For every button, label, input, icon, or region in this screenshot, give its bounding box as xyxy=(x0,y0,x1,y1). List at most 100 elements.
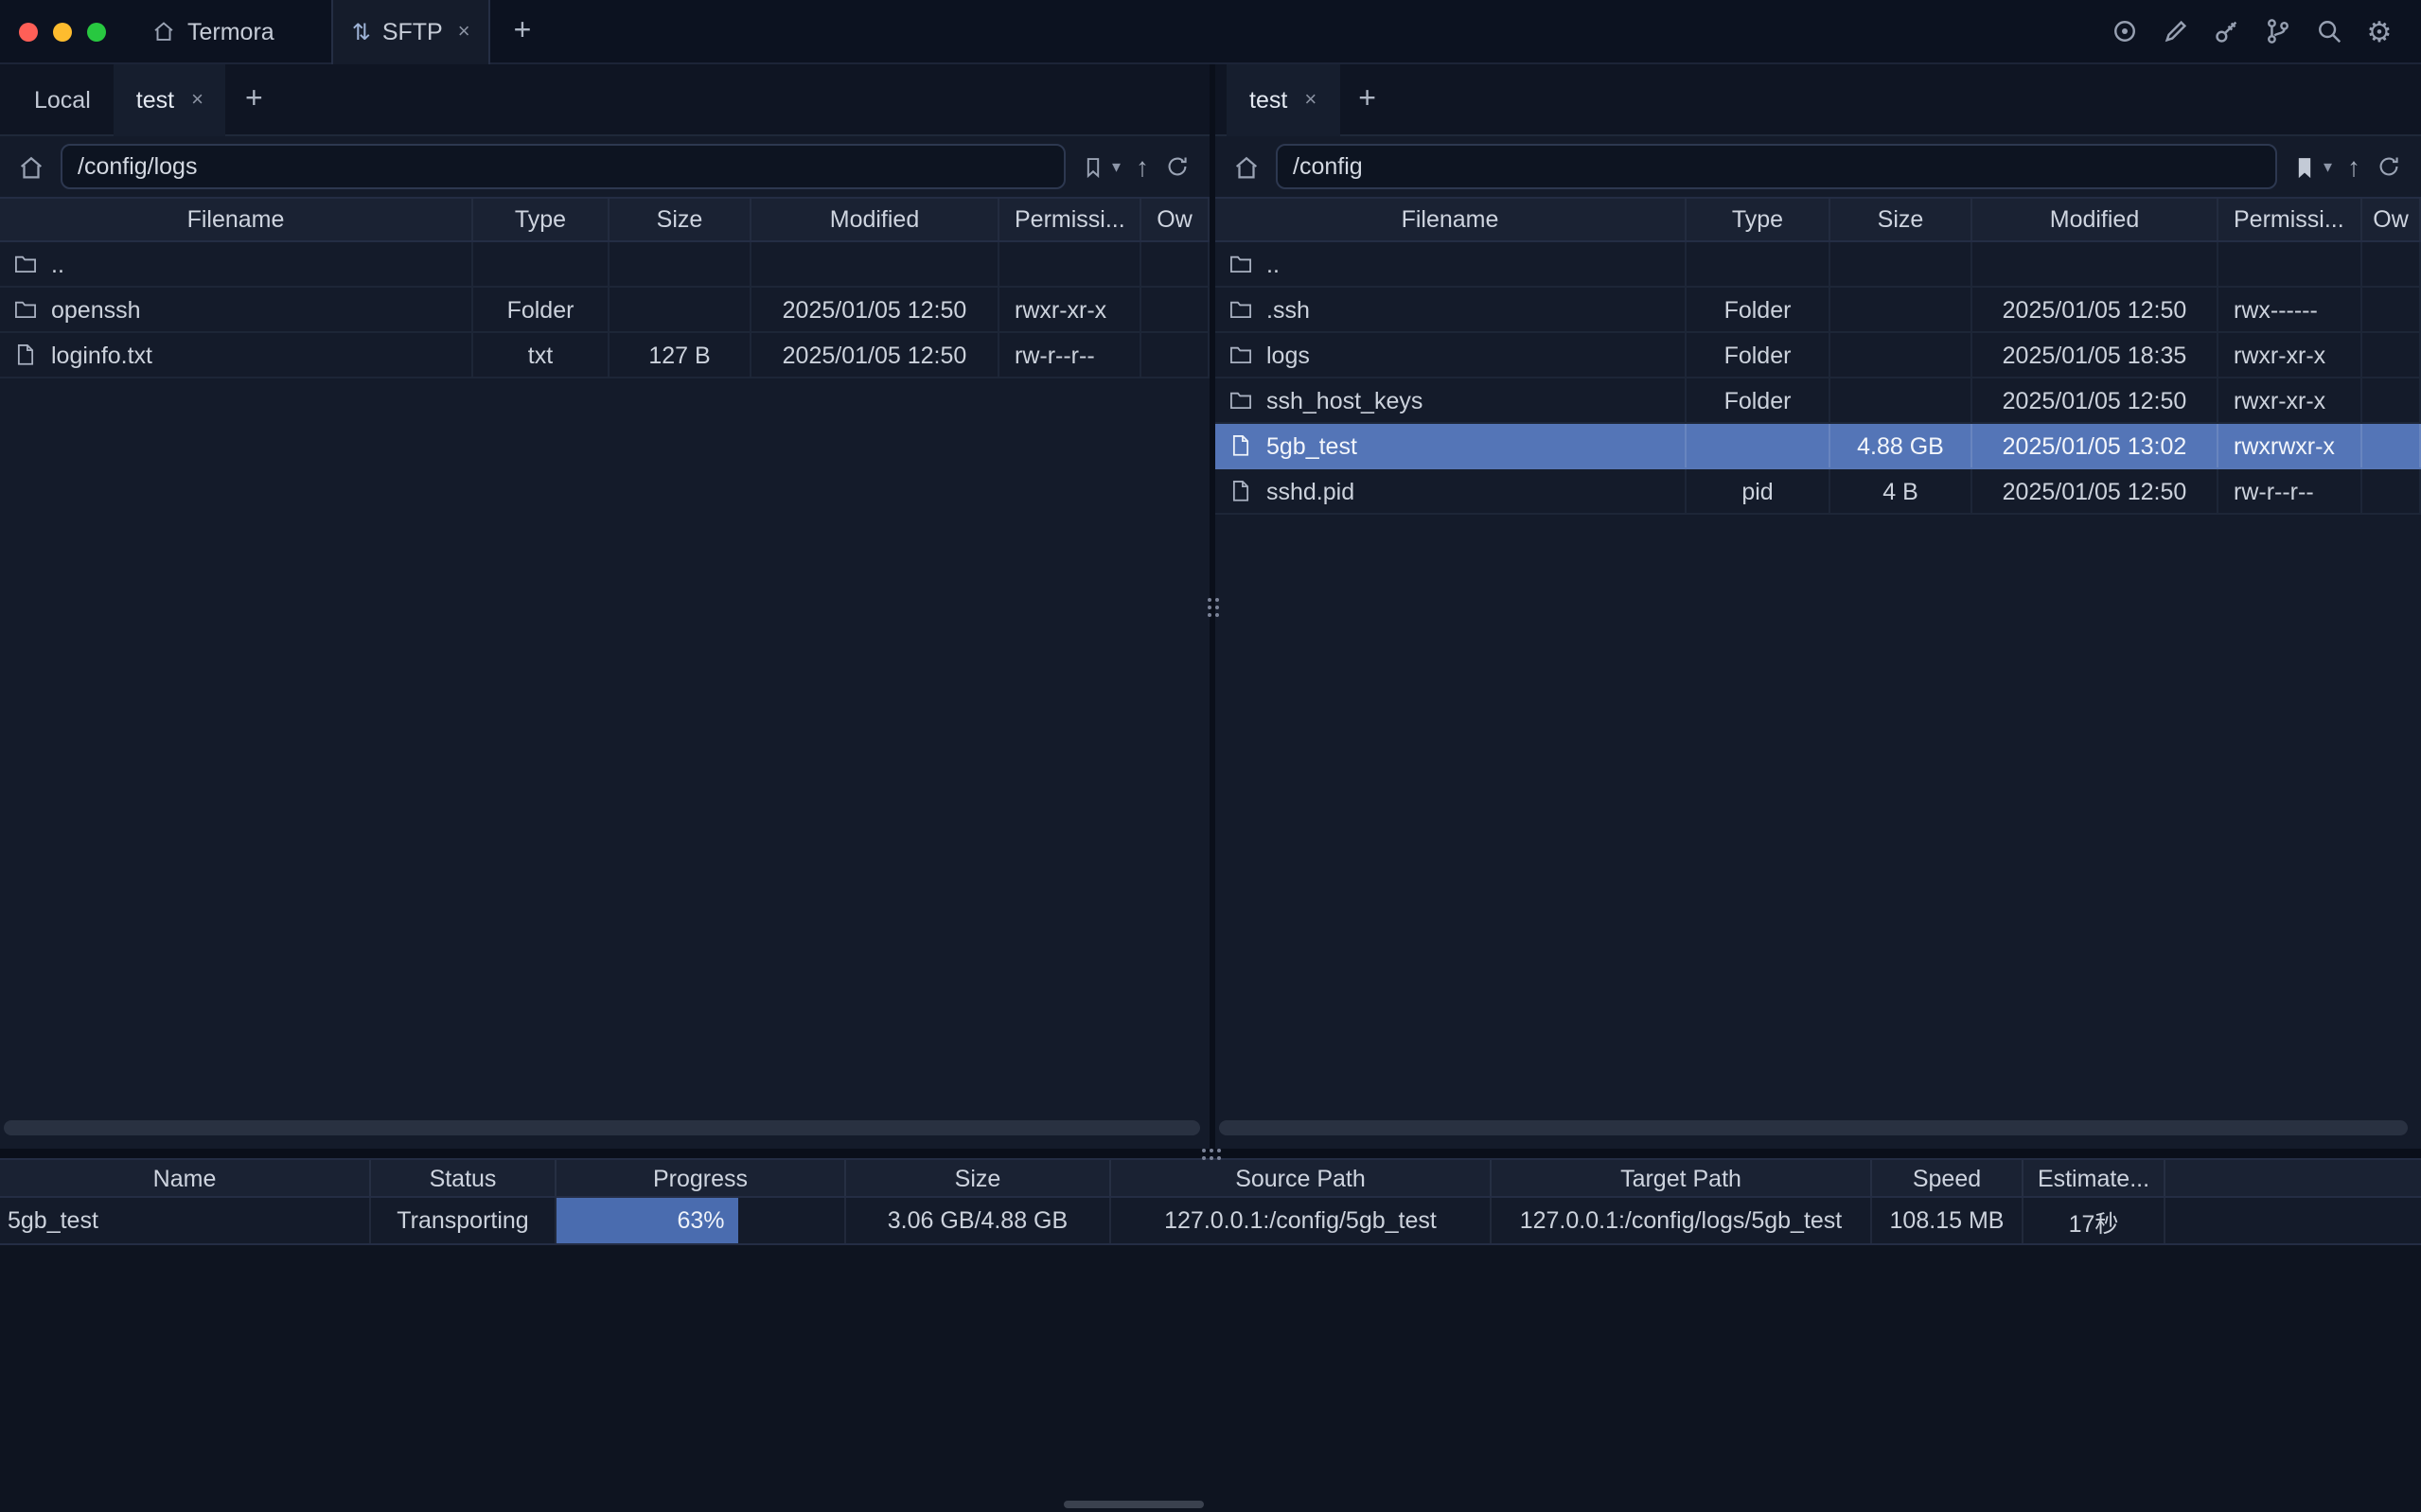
filename-label: sshd.pid xyxy=(1266,478,1354,504)
column-header[interactable]: Filename xyxy=(1215,199,1687,240)
bottom-scrollbar-thumb[interactable] xyxy=(1064,1501,1204,1508)
transfer-row[interactable]: 5gb_testTransporting63%3.06 GB/4.88 GB12… xyxy=(0,1198,2421,1245)
up-directory-button[interactable]: ↑ xyxy=(2347,151,2360,182)
column-header[interactable]: Progress xyxy=(557,1160,846,1196)
modified: 2025/01/05 12:50 xyxy=(751,333,999,377)
column-header[interactable]: Name xyxy=(0,1160,371,1196)
file-row[interactable]: .. xyxy=(0,242,1210,288)
path-input[interactable] xyxy=(1276,144,2278,189)
home-button[interactable] xyxy=(17,152,45,181)
column-header[interactable]: Modified xyxy=(751,199,999,240)
column-header[interactable]: Size xyxy=(610,199,751,240)
traffic-lights xyxy=(0,22,106,41)
refresh-button[interactable] xyxy=(2376,153,2402,180)
file-row[interactable]: loginfo.txttxt127 B2025/01/05 12:50rw-r-… xyxy=(0,333,1210,378)
filename-label: 5gb_test xyxy=(1266,432,1357,459)
column-header[interactable]: Permissi... xyxy=(999,199,1141,240)
modified: 2025/01/05 12:50 xyxy=(1972,378,2218,422)
size: 4 B xyxy=(1830,469,1972,513)
permissions: rw-r--r-- xyxy=(999,333,1141,377)
column-header[interactable]: Ow xyxy=(2362,199,2421,240)
column-header[interactable]: Speed xyxy=(1872,1160,2023,1196)
tab-sftp[interactable]: ⇅ SFTP × xyxy=(331,0,491,63)
tab-test-remote[interactable]: test × xyxy=(1227,63,1339,135)
progress-bar-fill: 63% xyxy=(557,1198,738,1243)
close-icon[interactable]: × xyxy=(458,20,470,43)
tab-local-label: Local xyxy=(34,86,91,113)
column-header[interactable]: Source Path xyxy=(1111,1160,1492,1196)
column-header[interactable]: Filename xyxy=(0,199,473,240)
column-header[interactable]: Ow xyxy=(1141,199,1210,240)
file-row[interactable]: .. xyxy=(1215,242,2421,288)
transfer-table: NameStatusProgressSizeSource PathTarget … xyxy=(0,1158,2421,1245)
folder-icon xyxy=(13,252,38,276)
file-row[interactable]: opensshFolder2025/01/05 12:50rwxr-xr-x xyxy=(0,288,1210,333)
transfer-divider[interactable] xyxy=(0,1149,2421,1158)
h-scrollbar-thumb[interactable] xyxy=(1219,1120,2408,1135)
new-pane-tab-button[interactable]: + xyxy=(1358,82,1376,116)
titlebar-toolbar: ⚙ xyxy=(2109,16,2421,46)
file-table-header: FilenameTypeSizeModifiedPermissi...Ow xyxy=(1215,197,2421,242)
column-header[interactable]: Estimate... xyxy=(2023,1160,2165,1196)
close-icon[interactable]: × xyxy=(191,88,203,111)
branch-icon[interactable] xyxy=(2262,16,2292,46)
settings-icon[interactable]: ⚙ xyxy=(2364,16,2394,46)
column-header[interactable]: Modified xyxy=(1972,199,2218,240)
column-header[interactable]: Size xyxy=(846,1160,1111,1196)
file-row[interactable]: logsFolder2025/01/05 18:35rwxr-xr-x xyxy=(1215,333,2421,378)
column-header[interactable]: Target Path xyxy=(1492,1160,1872,1196)
folder-icon xyxy=(13,297,38,322)
refresh-button[interactable] xyxy=(1164,153,1191,180)
permissions: rw-r--r-- xyxy=(2218,469,2362,513)
type xyxy=(473,242,610,286)
type xyxy=(1687,424,1830,467)
path-input[interactable] xyxy=(61,144,1067,189)
permissions: rwx------ xyxy=(2218,288,2362,331)
folder-icon xyxy=(1228,343,1253,367)
traffic-light-close[interactable] xyxy=(19,22,38,41)
bookmark-dropdown-icon[interactable]: ▾ xyxy=(1112,156,1121,177)
home-button[interactable] xyxy=(1232,152,1261,181)
new-pane-tab-button[interactable]: + xyxy=(245,82,263,116)
file-row[interactable]: 5gb_test4.88 GB2025/01/05 13:02rwxrwxr-x xyxy=(1215,424,2421,469)
column-header[interactable]: Size xyxy=(1830,199,1972,240)
column-header[interactable]: Type xyxy=(473,199,610,240)
close-icon[interactable]: × xyxy=(1304,88,1317,111)
transfer-icon: ⇅ xyxy=(352,18,371,44)
bookmark-dropdown-icon[interactable]: ▾ xyxy=(2324,156,2332,177)
filename-label: loginfo.txt xyxy=(51,342,152,368)
bookmark-icon[interactable] xyxy=(1082,154,1106,179)
divider-grip xyxy=(1201,1148,1220,1159)
record-icon[interactable] xyxy=(2109,16,2139,46)
traffic-light-zoom[interactable] xyxy=(87,22,106,41)
file-row[interactable]: sshd.pidpid4 B2025/01/05 12:50rw-r--r-- xyxy=(1215,469,2421,515)
bookmark-icon[interactable] xyxy=(2293,154,2318,179)
filename-label: .ssh xyxy=(1266,296,1310,323)
filename: openssh xyxy=(0,288,473,331)
file-row[interactable]: .sshFolder2025/01/05 12:50rwx------ xyxy=(1215,288,2421,333)
modified: 2025/01/05 18:35 xyxy=(1972,333,2218,377)
h-scrollbar-thumb[interactable] xyxy=(4,1120,1200,1135)
filename: .. xyxy=(0,242,473,286)
edit-icon[interactable] xyxy=(2160,16,2190,46)
left-tabstrip: Local test × + xyxy=(0,64,1210,136)
transfer-table-header: NameStatusProgressSizeSource PathTarget … xyxy=(0,1158,2421,1198)
tab-test-label: test xyxy=(136,86,174,113)
pane-divider[interactable] xyxy=(1210,64,1215,1149)
modified xyxy=(751,242,999,286)
tab-termora[interactable]: Termora xyxy=(151,0,274,63)
traffic-light-minimize[interactable] xyxy=(53,22,72,41)
transfer-filler xyxy=(2165,1198,2421,1243)
owner xyxy=(1141,333,1210,377)
column-header[interactable]: Permissi... xyxy=(2218,199,2362,240)
tab-test[interactable]: test × xyxy=(114,63,226,135)
search-icon[interactable] xyxy=(2313,16,2343,46)
new-tab-button[interactable]: + xyxy=(514,14,532,48)
key-icon[interactable] xyxy=(2211,16,2241,46)
column-header[interactable]: Type xyxy=(1687,199,1830,240)
column-header[interactable]: Status xyxy=(371,1160,557,1196)
up-directory-button[interactable]: ↑ xyxy=(1136,151,1149,182)
transfer-progress: 63% xyxy=(557,1198,846,1243)
file-row[interactable]: ssh_host_keysFolder2025/01/05 12:50rwxr-… xyxy=(1215,378,2421,424)
tab-local[interactable]: Local xyxy=(11,63,114,135)
